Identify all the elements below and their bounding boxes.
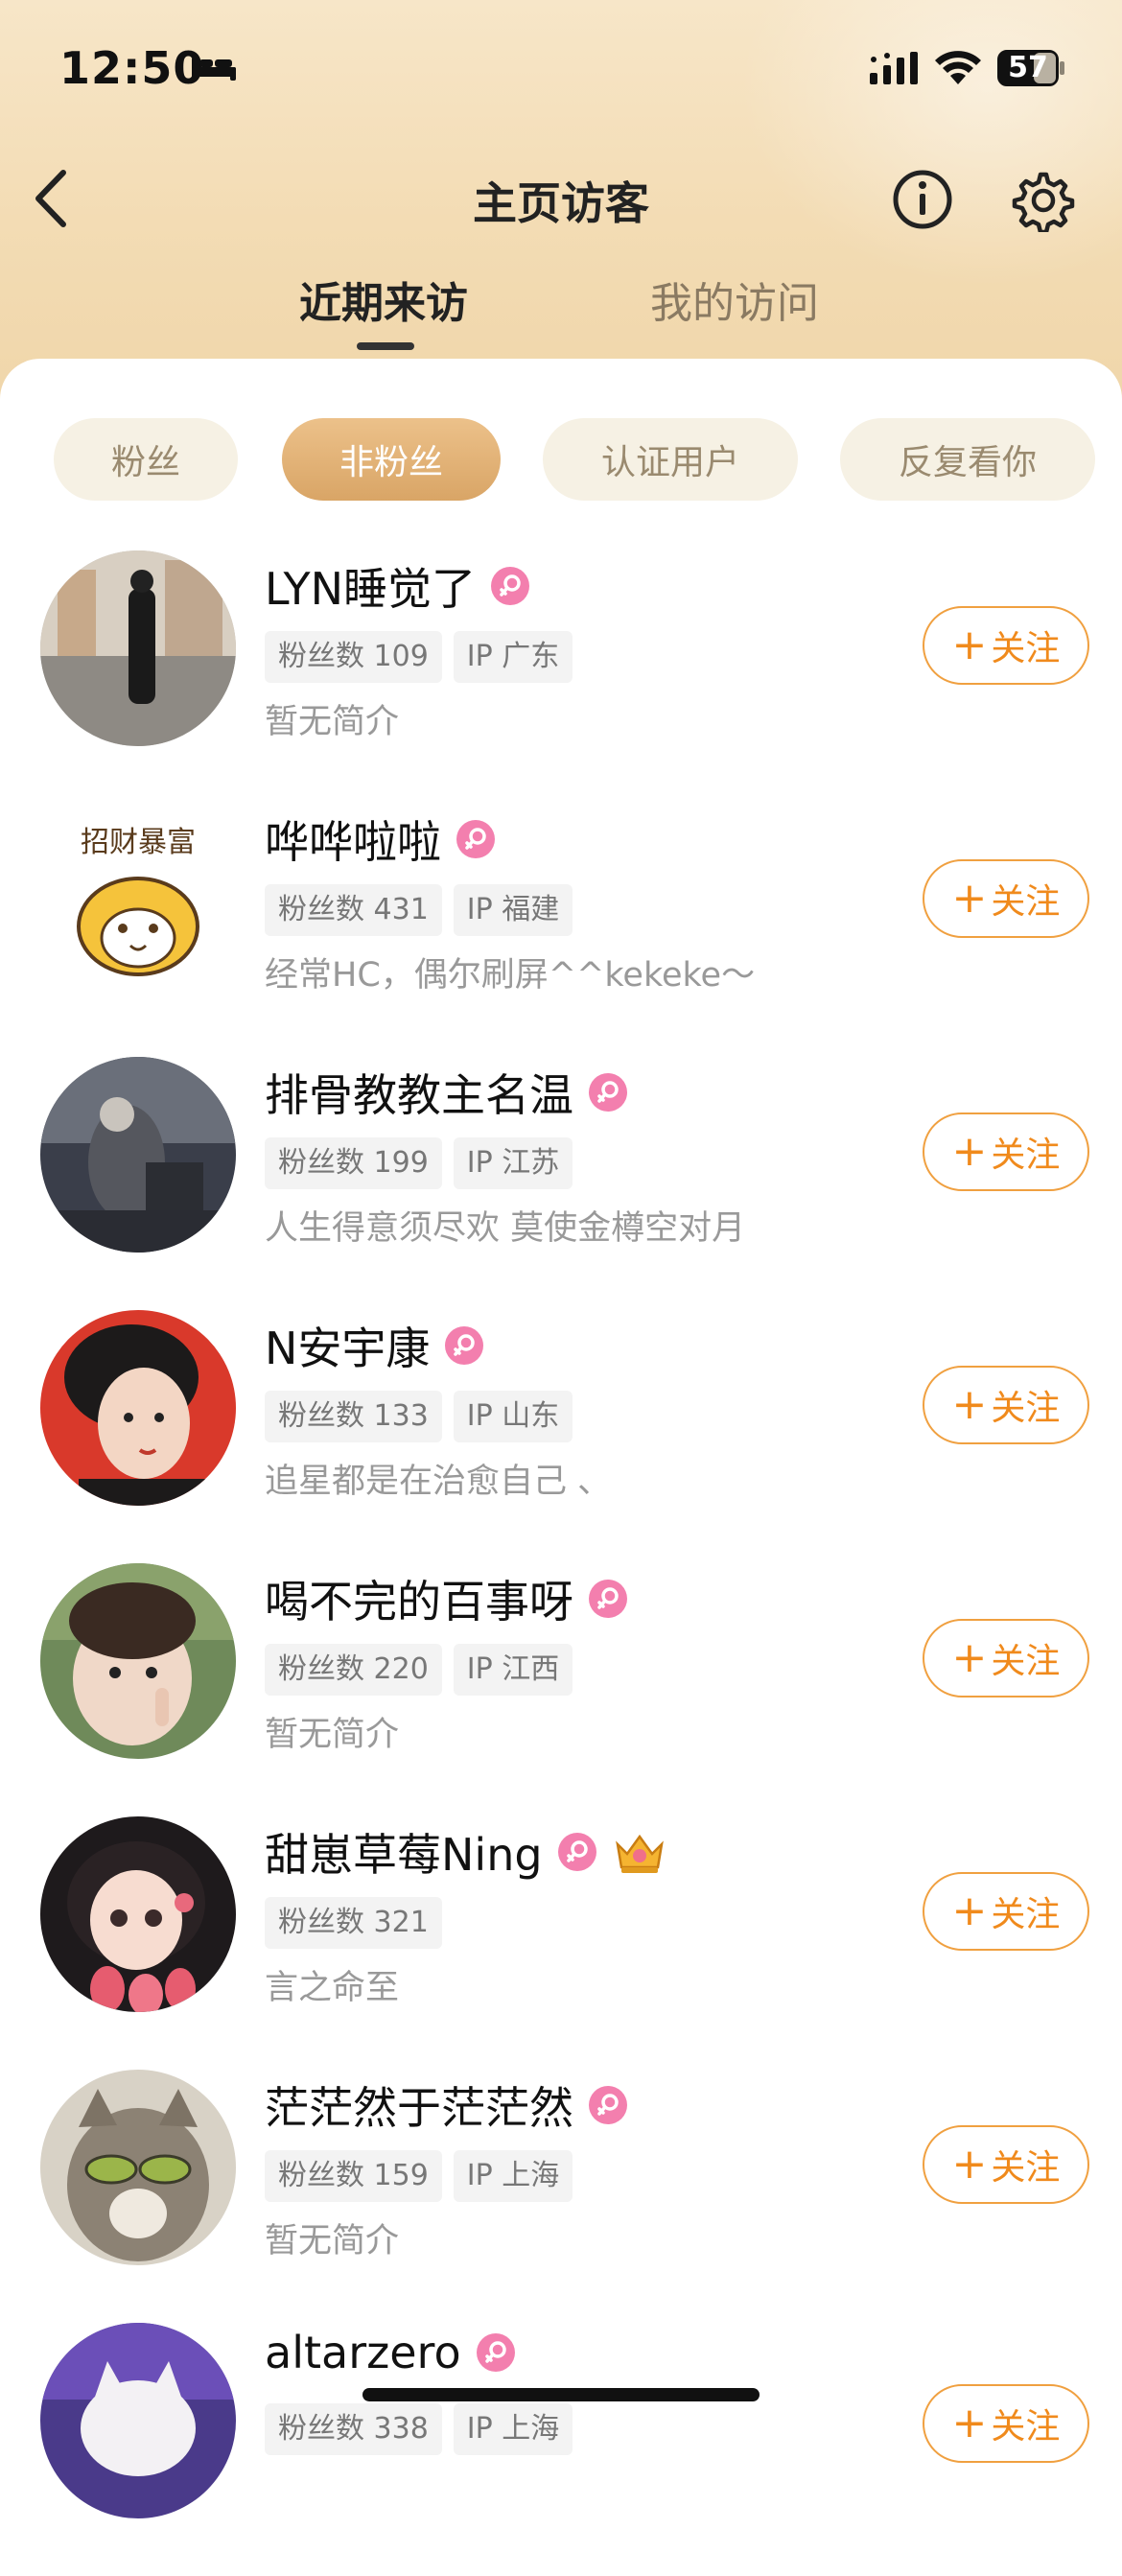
- visitor-name-row: altarzero: [265, 2327, 517, 2378]
- visitor-bio: 经常HC，偶尔刷屏^^kekeke～: [265, 956, 756, 995]
- ip-location-tag: IP 福建: [453, 884, 573, 936]
- fans-count-tag: 粉丝数 431: [265, 884, 442, 936]
- follow-button[interactable]: + 关注: [923, 1366, 1089, 1444]
- status-bar: 12:50 57: [0, 0, 1122, 144]
- ip-location-tag: IP 江西: [453, 1644, 573, 1696]
- female-gender-icon: [589, 1580, 627, 1618]
- gear-icon[interactable]: [1012, 169, 1075, 232]
- info-icon[interactable]: [892, 169, 953, 230]
- visitor-name-row: 哗哗啦啦: [265, 808, 497, 871]
- plus-icon: +: [951, 874, 988, 923]
- home-indicator: [362, 2388, 760, 2401]
- plus-icon: +: [951, 1633, 988, 1682]
- bed-icon: [192, 58, 236, 81]
- female-gender-icon: [456, 820, 495, 858]
- filter-fans[interactable]: 粉丝: [54, 418, 238, 501]
- visitor-bio: 人生得意须尽欢 莫使金樽空对月: [265, 1209, 746, 1248]
- visitor-bio: 追星都是在治愈自己 、: [265, 1463, 612, 1501]
- ip-location-tag: IP 上海: [453, 2403, 573, 2455]
- avatar[interactable]: [40, 1563, 236, 1759]
- avatar[interactable]: [40, 1310, 236, 1506]
- plus-icon: +: [951, 1380, 988, 1429]
- filter-repeat-viewers[interactable]: 反复看你: [840, 418, 1095, 501]
- female-gender-icon: [557, 1833, 596, 1871]
- tab-recent-visits[interactable]: 近期来访: [299, 269, 468, 330]
- follow-button[interactable]: + 关注: [923, 1619, 1089, 1698]
- visitor-row[interactable]: N安宇康 粉丝数 133 IP 山东 追星都是在治愈自己 、 + 关注: [0, 1310, 1122, 1563]
- visitor-name: 茫茫然于茫茫然: [265, 2082, 573, 2134]
- avatar[interactable]: [40, 2323, 236, 2518]
- fans-count-tag: 粉丝数 220: [265, 1644, 442, 1696]
- visitor-name: LYN睡觉了: [265, 563, 477, 615]
- vip-crown-icon: [615, 1834, 664, 1873]
- follow-button[interactable]: + 关注: [923, 2384, 1089, 2463]
- visitor-row[interactable]: LYN睡觉了 粉丝数 109 IP 广东 暂无简介 + 关注: [0, 550, 1122, 804]
- avatar[interactable]: [40, 1057, 236, 1253]
- avatar[interactable]: 招财暴富: [40, 804, 236, 999]
- female-gender-icon: [476, 2333, 515, 2372]
- visitor-name-row: LYN睡觉了: [265, 554, 531, 618]
- follow-button[interactable]: + 关注: [923, 606, 1089, 685]
- filter-non-fans[interactable]: 非粉丝: [282, 418, 501, 501]
- plus-icon: +: [951, 621, 988, 669]
- visitor-name: 排骨教教主名温: [265, 1069, 573, 1121]
- visitor-name: 甜崽草莓Ning: [265, 1829, 543, 1881]
- female-gender-icon: [589, 1073, 627, 1112]
- status-time: 12:50: [59, 42, 205, 94]
- visitor-name: 喝不完的百事呀: [265, 1576, 573, 1628]
- visitor-name: altarzero: [265, 2327, 461, 2378]
- cellular-signal-icon: [870, 52, 918, 84]
- avatar-text: 招财暴富: [81, 826, 196, 859]
- fans-count-tag: 粉丝数 321: [265, 1897, 442, 1949]
- plus-icon: +: [951, 1127, 988, 1176]
- female-gender-icon: [491, 567, 530, 605]
- fans-count-tag: 粉丝数 133: [265, 1391, 442, 1442]
- visitor-name-row: N安宇康: [265, 1314, 485, 1377]
- visitor-row[interactable]: altarzero 粉丝数 338 IP 上海 + 关注: [0, 2323, 1122, 2576]
- avatar[interactable]: [40, 1816, 236, 2012]
- female-gender-icon: [445, 1326, 484, 1365]
- plus-icon: +: [951, 2140, 988, 2189]
- battery-level: 57: [1008, 51, 1048, 84]
- tab-my-visits[interactable]: 我的访问: [650, 269, 819, 330]
- plus-icon: +: [951, 2399, 988, 2447]
- ip-location-tag: IP 江苏: [453, 1137, 573, 1189]
- visitor-name: N安宇康: [265, 1323, 431, 1374]
- fans-count-tag: 粉丝数 199: [265, 1137, 442, 1189]
- active-tab-indicator: [357, 342, 414, 350]
- female-gender-icon: [589, 2086, 627, 2124]
- wifi-icon: [935, 51, 981, 84]
- fans-count-tag: 粉丝数 109: [265, 631, 442, 683]
- visitor-row[interactable]: 茫茫然于茫茫然 粉丝数 159 IP 上海 暂无简介 + 关注: [0, 2070, 1122, 2323]
- visitor-name-row: 茫茫然于茫茫然: [265, 2073, 629, 2137]
- ip-location-tag: IP 广东: [453, 631, 573, 683]
- visitor-name-row: 喝不完的百事呀: [265, 1567, 629, 1630]
- visitor-bio: 暂无简介: [265, 1716, 400, 1754]
- avatar[interactable]: [40, 2070, 236, 2265]
- fans-count-tag: 粉丝数 338: [265, 2403, 442, 2455]
- follow-button[interactable]: + 关注: [923, 859, 1089, 938]
- visitor-bio: 言之命至: [265, 1969, 400, 2007]
- ip-location-tag: IP 上海: [453, 2150, 573, 2202]
- follow-button[interactable]: + 关注: [923, 2125, 1089, 2204]
- plus-icon: +: [951, 1886, 988, 1935]
- visitor-name-row: 甜崽草莓Ning: [265, 1820, 667, 1884]
- visitor-row[interactable]: 甜崽草莓Ning 粉丝数 321 言之命至 + 关注: [0, 1816, 1122, 2070]
- visitor-row[interactable]: 排骨教教主名温 粉丝数 199 IP 江苏 人生得意须尽欢 莫使金樽空对月 + 关…: [0, 1057, 1122, 1310]
- fans-count-tag: 粉丝数 159: [265, 2150, 442, 2202]
- visitor-bio: 暂无简介: [265, 2222, 400, 2260]
- visitor-bio: 暂无简介: [265, 703, 400, 741]
- visitor-name: 哗哗啦啦: [265, 816, 441, 868]
- visitor-name-row: 排骨教教主名温: [265, 1061, 629, 1124]
- follow-button[interactable]: + 关注: [923, 1112, 1089, 1191]
- visitor-row[interactable]: 喝不完的百事呀 粉丝数 220 IP 江西 暂无简介 + 关注: [0, 1563, 1122, 1816]
- follow-button[interactable]: + 关注: [923, 1872, 1089, 1951]
- ip-location-tag: IP 山东: [453, 1391, 573, 1442]
- page-title: 主页访客: [473, 177, 649, 229]
- visitor-row[interactable]: 招财暴富 哗哗啦啦 粉丝数 431 IP 福建 经常HC，偶尔刷屏^^kekek…: [0, 804, 1122, 1057]
- avatar[interactable]: [40, 550, 236, 746]
- filter-verified-users[interactable]: 认证用户: [543, 418, 798, 501]
